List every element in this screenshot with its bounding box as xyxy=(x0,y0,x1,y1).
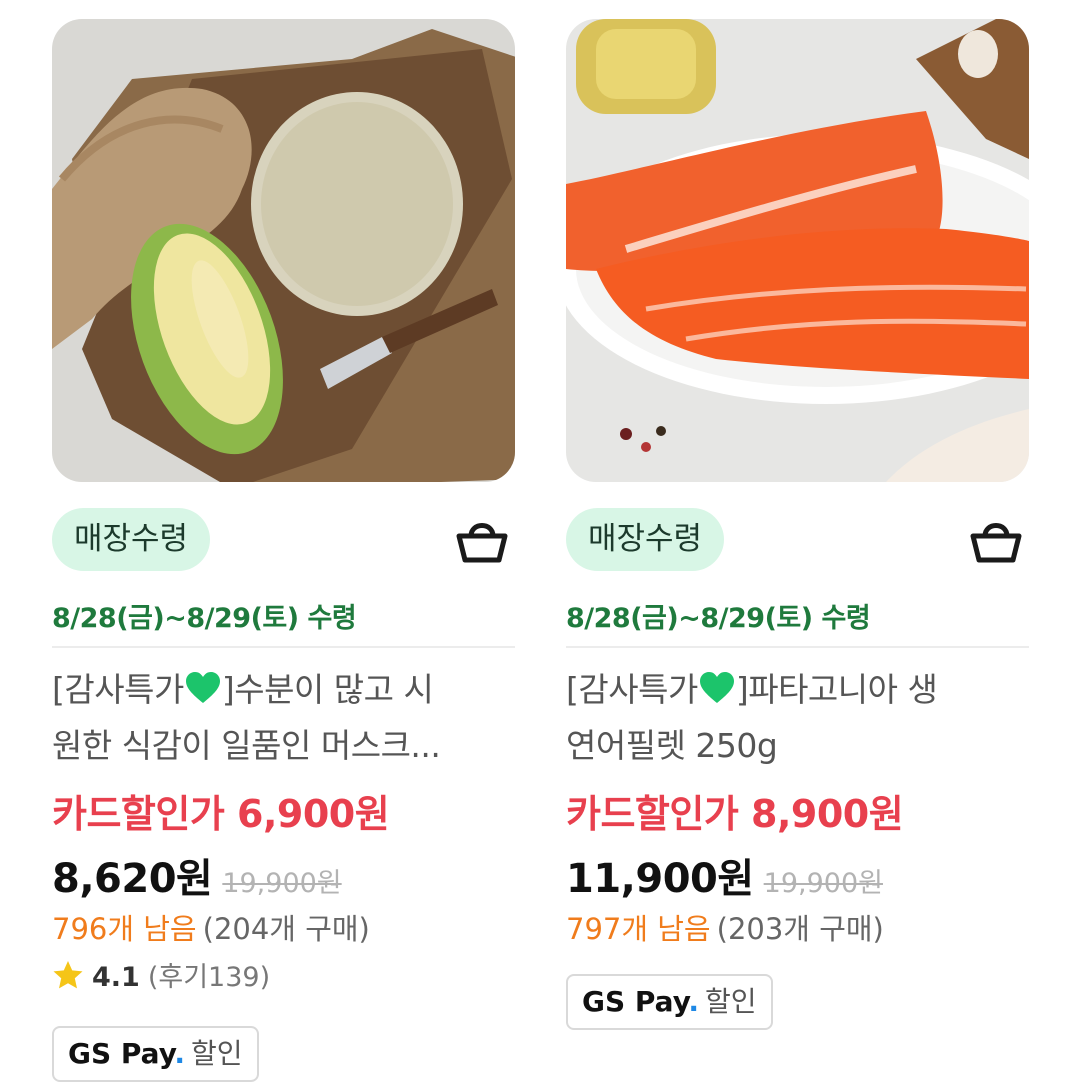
green-heart-icon xyxy=(185,672,220,703)
green-heart-icon xyxy=(699,672,734,703)
sale-price: 8,620원 xyxy=(52,856,213,902)
card-discount-price: 카드할인가 6,900원 xyxy=(52,792,390,836)
store-pickup-badge: 매장수령 xyxy=(566,508,725,571)
divider xyxy=(52,646,515,648)
basket-icon xyxy=(456,523,508,563)
sold-count: (203개 구매) xyxy=(716,912,884,946)
product-image-melon[interactable] xyxy=(52,19,515,482)
stock-remaining: 796개 남음 xyxy=(52,912,197,946)
card-discount-price: 카드할인가 8,900원 xyxy=(566,792,904,836)
pickup-date: 8/28(금)~8/29(토) 수령 xyxy=(52,603,357,634)
gspay-brand: GS Pay xyxy=(68,1037,175,1070)
basket-icon xyxy=(970,523,1022,563)
stock-row: 797개 남음 (203개 구매) xyxy=(566,906,884,948)
add-to-cart-button[interactable] xyxy=(967,510,1025,568)
store-pickup-badge: 매장수령 xyxy=(52,508,211,571)
sold-count: (204개 구매) xyxy=(202,912,370,946)
title-prefix: [감사특가 xyxy=(566,670,698,709)
star-icon xyxy=(53,961,83,989)
gspay-discount-badge: GS Pay. 할인 xyxy=(52,1026,259,1082)
title-rest: ]수분이 많고 시 xyxy=(221,670,434,709)
stock-remaining: 797개 남음 xyxy=(566,912,711,946)
add-to-cart-button[interactable] xyxy=(453,510,511,568)
product-card-melon[interactable]: 매장수령 8/28(금)~8/29(토) 수령 [감사특가 ]수분이 많고 시 원… xyxy=(52,0,515,1092)
product-title[interactable]: [감사특가 ]수분이 많고 시 원한 식감이 일품인 머스크... xyxy=(52,662,515,774)
review-count: (후기139) xyxy=(147,962,271,993)
original-price: 19,900원 xyxy=(763,868,883,899)
divider xyxy=(566,646,1029,648)
gspay-dot: . xyxy=(174,1037,186,1070)
gspay-brand: GS Pay xyxy=(582,985,689,1018)
price-row: 11,900원 19,900원 xyxy=(566,846,883,904)
gspay-discount-badge: GS Pay. 할인 xyxy=(566,974,773,1030)
title-line-2: 원한 식감이 일품인 머스크... xyxy=(52,726,441,765)
product-title[interactable]: [감사특가 ]파타고니아 생 연어필렛 250g xyxy=(566,662,1029,774)
title-prefix: [감사특가 xyxy=(52,670,184,709)
title-line-2: 연어필렛 250g xyxy=(566,726,778,765)
product-card-salmon[interactable]: 매장수령 8/28(금)~8/29(토) 수령 [감사특가 ]파타고니아 생 연어… xyxy=(566,0,1029,1092)
sale-price: 11,900원 xyxy=(566,856,754,902)
price-row: 8,620원 19,900원 xyxy=(52,846,342,904)
rating-row[interactable]: 4.1 (후기139) xyxy=(52,955,270,994)
pickup-date: 8/28(금)~8/29(토) 수령 xyxy=(566,603,871,634)
gspay-label: 할인 xyxy=(191,1037,243,1070)
rating-value: 4.1 xyxy=(92,962,140,993)
gspay-label: 할인 xyxy=(705,985,757,1018)
gspay-dot: . xyxy=(688,985,700,1018)
original-price: 19,900원 xyxy=(222,868,342,899)
product-image-salmon[interactable] xyxy=(566,19,1029,482)
stock-row: 796개 남음 (204개 구매) xyxy=(52,906,370,948)
title-rest: ]파타고니아 생 xyxy=(735,670,938,709)
